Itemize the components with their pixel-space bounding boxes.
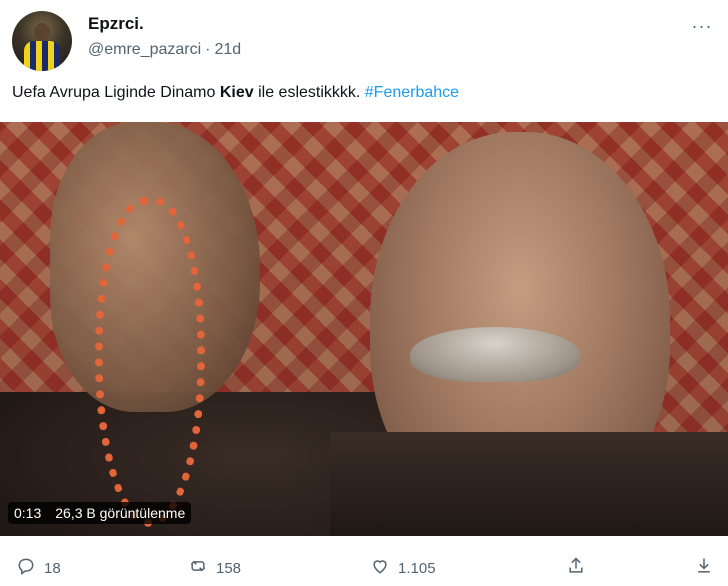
tweet-text-bold: Kiev bbox=[219, 84, 254, 101]
video-frame-jacket bbox=[330, 432, 728, 536]
tweet-actions: 18 158 1.105 bbox=[0, 554, 728, 582]
timestamp[interactable]: 21d bbox=[215, 41, 242, 58]
tweet-meta: @emre_pazarci · 21d bbox=[88, 41, 245, 59]
handle[interactable]: @emre_pazarci bbox=[88, 41, 201, 58]
retweet-count: 158 bbox=[216, 559, 242, 577]
meta-separator: · bbox=[205, 41, 211, 58]
hashtag-link[interactable]: #Fenerbahce bbox=[365, 84, 459, 101]
retweet-icon bbox=[188, 556, 208, 580]
reply-button[interactable]: 18 bbox=[16, 554, 61, 582]
video-player[interactable]: 0:13 26,3 B görüntülenme bbox=[0, 122, 728, 536]
video-duration: 0:13 bbox=[14, 505, 42, 521]
tweet-text-part: ile eslestikkkk. bbox=[253, 84, 365, 101]
share-icon bbox=[566, 556, 586, 580]
video-views: 26,3 B görüntülenme bbox=[55, 505, 186, 521]
tweet-text: Uefa Avrupa Liginde Dinamo Kiev ile esle… bbox=[12, 84, 459, 102]
like-button[interactable]: 1.105 bbox=[370, 554, 436, 582]
video-frame-beads bbox=[95, 197, 205, 527]
display-name[interactable]: Epzrci. bbox=[88, 14, 144, 34]
retweet-button[interactable]: 158 bbox=[188, 554, 241, 582]
avatar-head bbox=[34, 23, 50, 41]
share-button[interactable] bbox=[566, 554, 586, 582]
reply-icon bbox=[16, 556, 36, 580]
download-button[interactable] bbox=[694, 554, 714, 582]
avatar-shirt bbox=[24, 41, 60, 71]
video-frame-mustache bbox=[410, 327, 580, 382]
reply-count: 18 bbox=[44, 559, 61, 577]
video-badge: 0:13 26,3 B görüntülenme bbox=[8, 502, 192, 524]
like-count: 1.105 bbox=[398, 559, 436, 577]
more-icon[interactable]: ··· bbox=[688, 14, 716, 38]
download-icon bbox=[694, 556, 714, 580]
avatar[interactable] bbox=[12, 11, 72, 71]
tweet-text-part: Uefa Avrupa Liginde Dinamo bbox=[12, 84, 220, 101]
heart-icon bbox=[370, 556, 390, 580]
